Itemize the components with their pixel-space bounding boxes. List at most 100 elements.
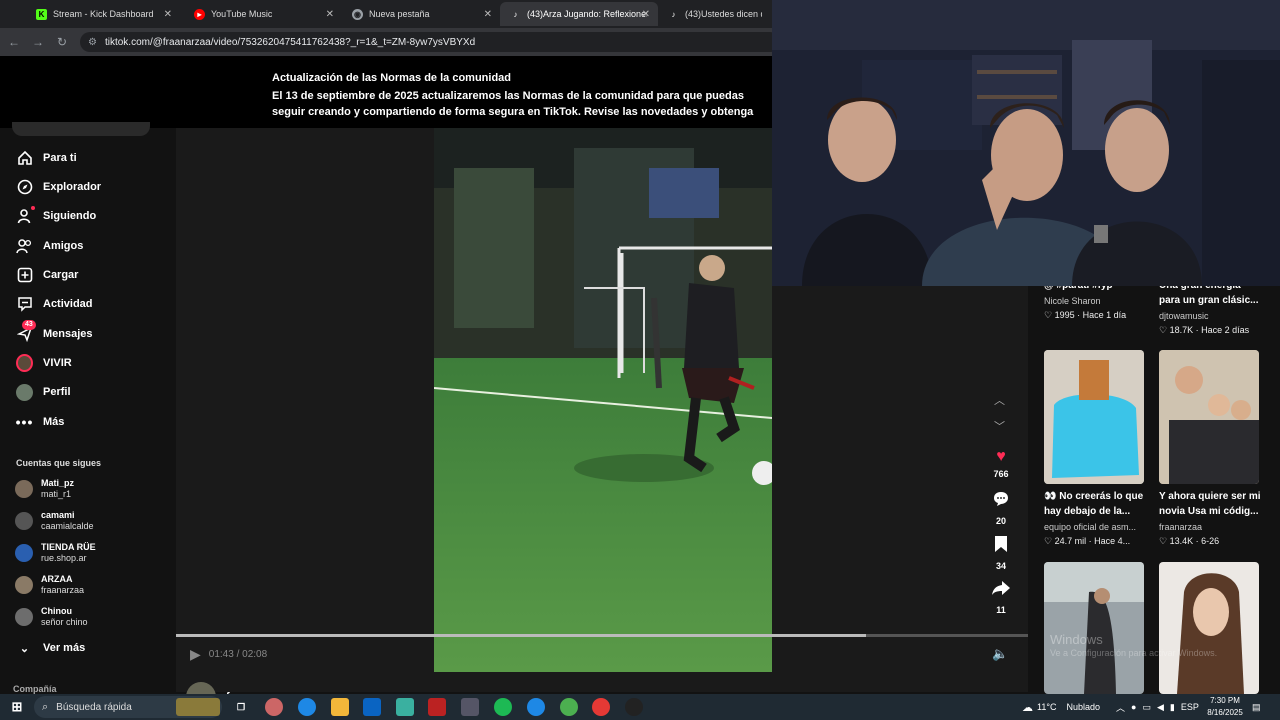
sidebar: Para ti Explorador Siguiendo Amigos Carg… xyxy=(0,122,166,694)
bookmark-icon xyxy=(988,535,1014,558)
url-input[interactable]: ⚙ tiktok.com/@fraanarzaa/video/753262047… xyxy=(80,32,780,52)
file-explorer-icon[interactable] xyxy=(331,698,349,716)
video-thumbnail[interactable] xyxy=(1159,562,1259,694)
following-account[interactable]: ARZAA fraanarzaa xyxy=(15,572,84,598)
video-progress-bar[interactable] xyxy=(176,634,1028,637)
close-icon[interactable]: ✕ xyxy=(326,9,334,20)
following-account[interactable]: camami caamialcalde xyxy=(15,508,94,534)
tab-new-tab[interactable]: ◉ Nueva pestaña ✕ xyxy=(342,2,500,26)
youtube-music-icon: ▸ xyxy=(194,8,205,20)
back-icon[interactable]: ← xyxy=(2,35,26,49)
microphone-icon[interactable]: ● xyxy=(1131,702,1136,712)
chevron-up-icon[interactable]: ︿ xyxy=(994,392,1005,408)
app-icon[interactable] xyxy=(428,698,446,716)
recommended-card[interactable]: Y ahora quiere ser mi novia Usa mi códig… xyxy=(1159,489,1263,547)
play-icon[interactable]: ▶ xyxy=(190,646,201,663)
windows-start-icon[interactable]: ⊞ xyxy=(8,698,26,716)
recommended-card[interactable]: Una gran energía para un gran clásic... … xyxy=(1159,278,1263,336)
task-view-icon[interactable]: ❐ xyxy=(232,698,250,716)
messages-icon: 43 xyxy=(16,319,36,343)
video-thumbnail[interactable] xyxy=(1044,562,1144,694)
live-icon xyxy=(16,354,33,372)
chevron-up-icon[interactable]: ︿ xyxy=(1116,701,1125,714)
sidebar-item-para-ti[interactable]: Para ti xyxy=(16,146,77,170)
company-link[interactable]: Compañía xyxy=(13,684,57,694)
video-thumbnail[interactable] xyxy=(1159,350,1259,484)
following-account[interactable]: Chinou señor chino xyxy=(15,604,88,630)
tab-youtube-music[interactable]: ▸ YouTube Music ✕ xyxy=(184,2,342,26)
volume-icon[interactable]: 🔈 xyxy=(992,646,1008,662)
notification-dot xyxy=(31,205,35,210)
system-tray: ︿ ● ▭ ◀ ▮ ESP xyxy=(1116,694,1199,720)
like-button[interactable]: ♥ 766 xyxy=(988,448,1014,479)
chrome-icon[interactable] xyxy=(560,698,578,716)
chevron-down-icon: ⌄ xyxy=(19,642,30,655)
following-icon xyxy=(16,205,35,225)
following-account[interactable]: TIENDA RÜE rue.shop.ar xyxy=(15,540,96,566)
share-button[interactable]: 11 xyxy=(988,579,1014,615)
tab-kick-dashboard[interactable]: K Stream - Kick Dashboard ✕ xyxy=(26,2,180,26)
avatar xyxy=(15,544,33,562)
banner-body[interactable]: El 13 de septiembre de 2025 actualizarem… xyxy=(272,88,772,122)
app-icon[interactable] xyxy=(461,698,479,716)
avatar xyxy=(15,608,33,626)
copilot-icon[interactable] xyxy=(265,698,283,716)
sidebar-item-amigos[interactable]: Amigos xyxy=(16,234,83,258)
see-more-button[interactable]: ⌄ Ver más xyxy=(16,636,85,660)
sidebar-item-mensajes[interactable]: 43 Mensajes xyxy=(16,319,93,346)
spotify-icon[interactable] xyxy=(494,698,512,716)
avatar xyxy=(15,512,33,530)
battery-icon[interactable]: ▮ xyxy=(1170,702,1175,713)
search-highlight-icon xyxy=(176,698,220,716)
close-icon[interactable]: ✕ xyxy=(164,9,172,20)
reload-icon[interactable]: ↻ xyxy=(50,35,74,49)
following-account[interactable]: Mati_pz mati_r1 xyxy=(15,476,74,502)
comment-button[interactable]: 20 xyxy=(988,490,1014,526)
upload-icon xyxy=(16,267,33,284)
app-icon[interactable] xyxy=(527,698,545,716)
chevron-down-icon[interactable]: ﹀ xyxy=(994,418,1005,434)
recommended-card[interactable]: 👀 No creerás lo que hay debajo de la... … xyxy=(1044,489,1148,547)
heart-outline-icon: ♡ xyxy=(1044,310,1053,320)
store-icon[interactable] xyxy=(396,698,414,716)
heart-outline-icon: ♡ xyxy=(1044,536,1053,546)
weather-widget[interactable]: ☁ 11°C Nublado xyxy=(1022,694,1100,720)
screen: K Stream - Kick Dashboard ✕ ▸ YouTube Mu… xyxy=(0,0,1280,720)
notifications-icon[interactable]: ▤ xyxy=(1252,694,1261,720)
profile-icon xyxy=(16,383,33,401)
activity-icon xyxy=(16,296,33,313)
search-input[interactable] xyxy=(12,122,150,136)
site-info-icon[interactable]: ⚙ xyxy=(88,37,97,48)
edge-icon[interactable] xyxy=(298,698,316,716)
tiktok-icon: ♪ xyxy=(513,9,518,19)
friends-icon xyxy=(16,238,33,255)
tab-tiktok-active[interactable]: ♪ (43)Arza Jugando: Reflexiones S ✕ xyxy=(500,2,658,26)
mail-icon[interactable] xyxy=(363,698,381,716)
heart-outline-icon: ♡ xyxy=(1159,325,1168,335)
sidebar-item-vivir[interactable]: VIVIR xyxy=(16,351,72,375)
share-icon xyxy=(988,579,1014,602)
network-icon[interactable]: ▭ xyxy=(1142,702,1151,713)
time-display: 01:43 / 02:08 xyxy=(208,649,268,660)
close-icon[interactable]: ✕ xyxy=(484,9,492,20)
close-icon[interactable]: ✕ xyxy=(642,9,650,20)
forward-icon[interactable]: → xyxy=(26,35,50,49)
player-controls: ▶ 01:43 / 02:08 xyxy=(190,646,267,663)
video-thumbnail[interactable] xyxy=(1044,350,1144,484)
sidebar-item-explorador[interactable]: Explorador xyxy=(16,175,101,199)
sidebar-item-siguiendo[interactable]: Siguiendo xyxy=(16,204,96,228)
sidebar-item-cargar[interactable]: Cargar xyxy=(16,263,78,287)
sidebar-item-mas[interactable]: ••• Más xyxy=(16,410,65,434)
chrome-icon[interactable] xyxy=(592,698,610,716)
sidebar-item-actividad[interactable]: Actividad xyxy=(16,292,93,316)
app-icon[interactable] xyxy=(625,698,643,716)
tab-tiktok-2[interactable]: ♪ (43)Ustedes dicen que es xyxy=(658,2,772,26)
heart-icon: ♥ xyxy=(996,448,1006,465)
sidebar-item-perfil[interactable]: Perfil xyxy=(16,380,71,404)
volume-icon[interactable]: ◀ xyxy=(1157,702,1164,713)
kick-icon: K xyxy=(36,8,47,20)
system-clock[interactable]: 7:30 PM 8/16/2025 xyxy=(1196,695,1254,719)
save-button[interactable]: 34 xyxy=(988,535,1014,571)
video-frame[interactable] xyxy=(434,128,772,672)
windows-taskbar: ⊞ ⌕ Búsqueda rápida ❐ ☁ 11°C Nublado ︿ ●… xyxy=(0,694,1280,720)
